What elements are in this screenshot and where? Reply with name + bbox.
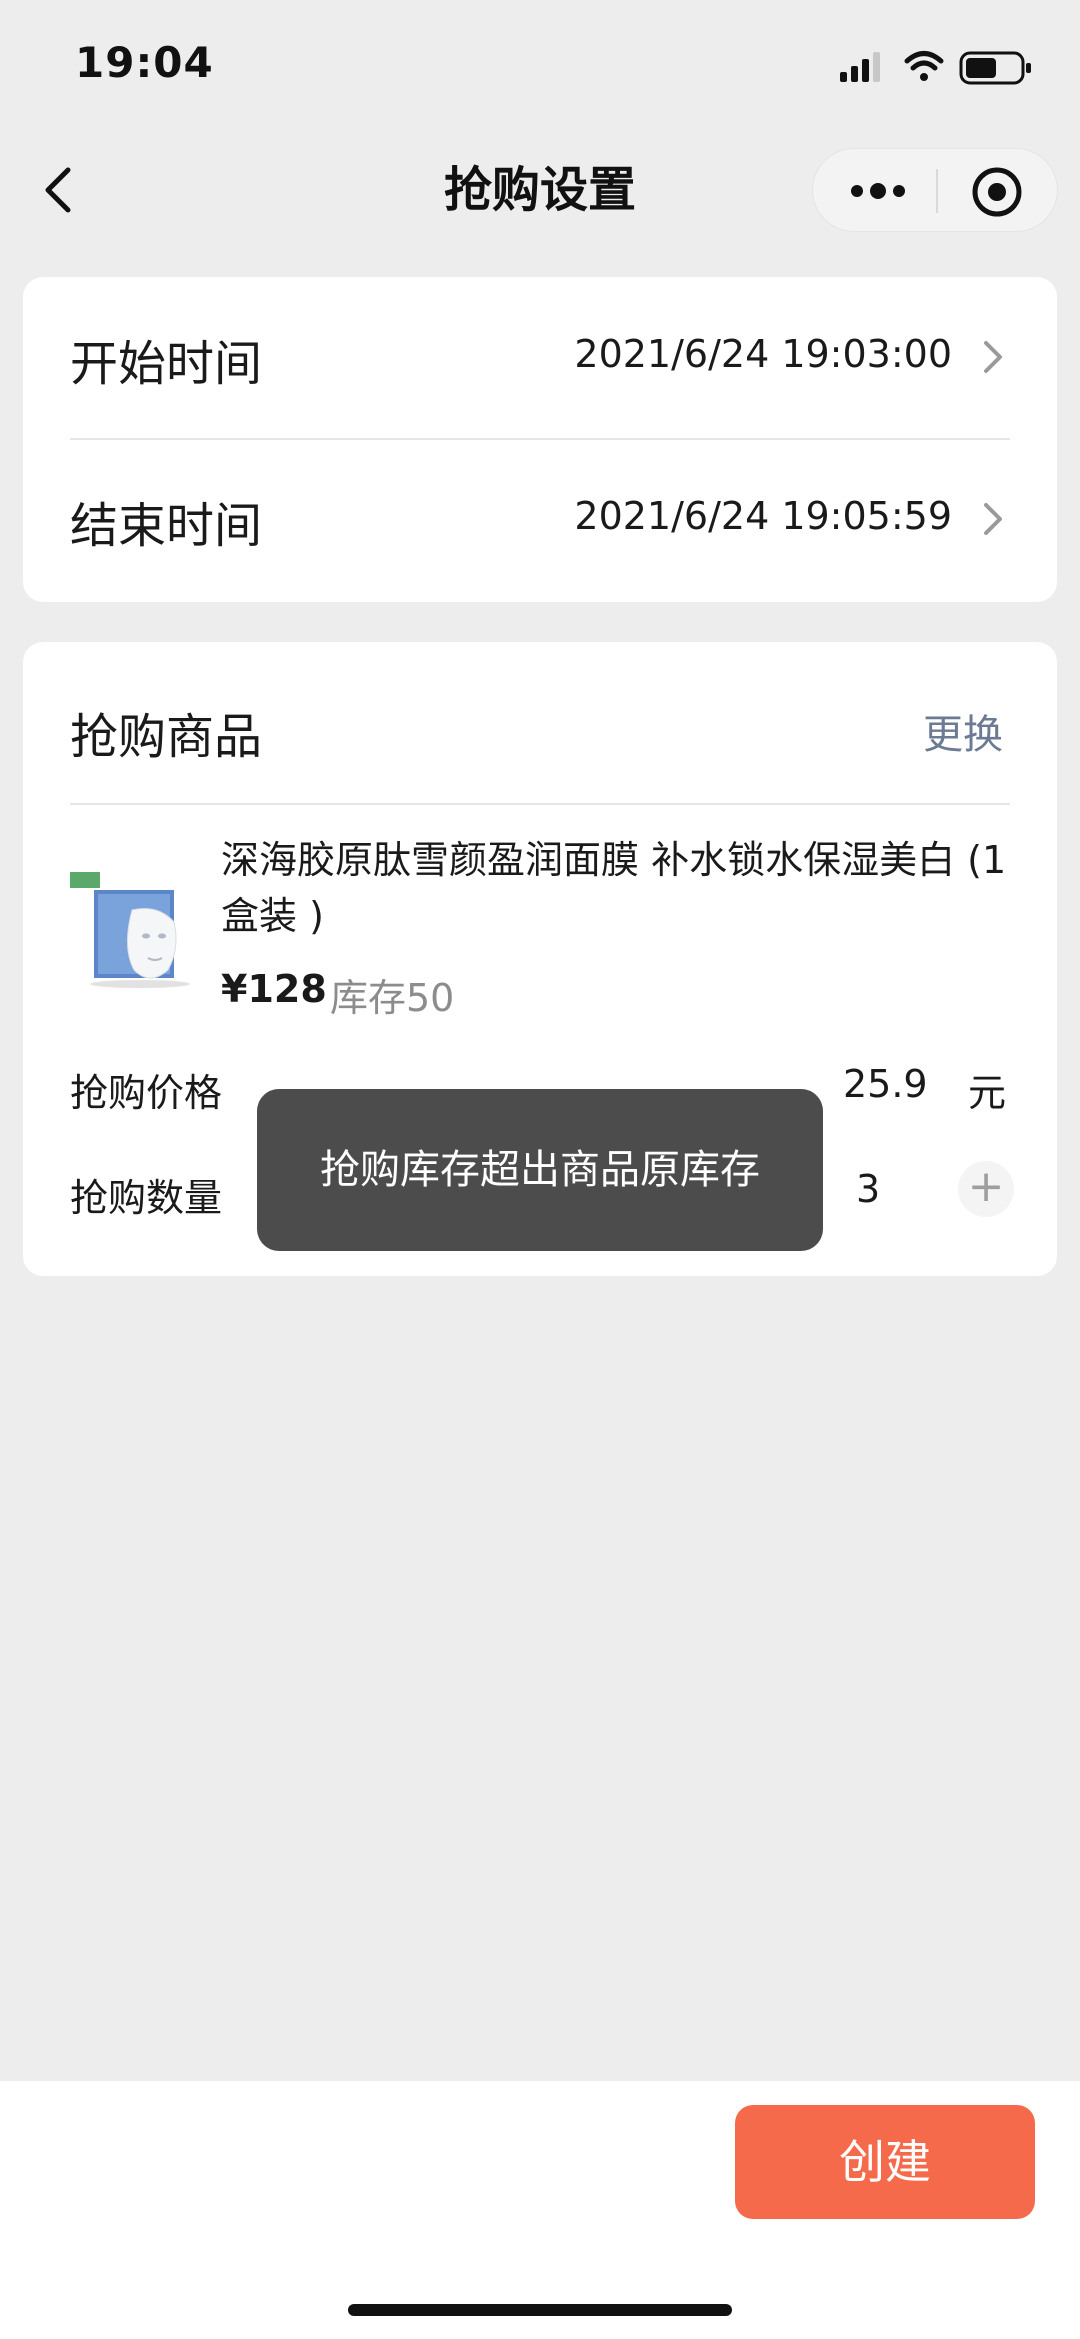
flash-price-unit: 元	[968, 1071, 1007, 1115]
product-price: ¥128	[221, 967, 327, 1011]
plus-icon: +	[967, 1161, 1005, 1212]
product-stock: 库存50	[330, 976, 455, 1020]
close-miniprogram-button[interactable]	[971, 166, 1023, 218]
increase-qty-button[interactable]: +	[958, 1161, 1014, 1217]
toast-message: 抢购库存超出商品原库存	[320, 1147, 760, 1193]
time-settings-card: 开始时间 2021/6/24 19:03:00 结束时间 2021/6/24 1…	[23, 277, 1057, 602]
section-divider	[70, 803, 1010, 805]
change-goods-link[interactable]: 更换	[923, 702, 1003, 760]
start-time-row[interactable]: 开始时间 2021/6/24 19:03:00	[23, 277, 1057, 439]
miniprogram-capsule	[812, 148, 1058, 232]
battery-icon	[959, 51, 1031, 85]
wifi-icon	[904, 51, 944, 81]
bottom-action-bar: 创建	[0, 2081, 1080, 2339]
end-time-value: 2021/6/24 19:05:59	[574, 494, 952, 538]
capsule-divider	[936, 169, 938, 213]
flash-qty-value[interactable]: 3	[856, 1167, 880, 1211]
start-time-label: 开始时间	[70, 336, 263, 392]
end-time-row[interactable]: 结束时间 2021/6/24 19:05:59	[23, 440, 1057, 602]
more-dots-icon	[851, 183, 905, 199]
status-indicators	[840, 51, 1031, 85]
status-time: 19:04	[75, 38, 214, 87]
end-time-label: 结束时间	[70, 498, 263, 554]
target-circle-icon	[972, 167, 1022, 217]
status-bar: 19:04	[0, 0, 1080, 130]
home-indicator	[348, 2304, 732, 2316]
chevron-right-icon	[984, 341, 1002, 373]
product-thumbnail[interactable]	[70, 852, 210, 992]
flash-price-input[interactable]: 25.9	[843, 1062, 928, 1106]
product-image	[70, 852, 210, 992]
product-name: 深海胶原肽雪颜盈润面膜 补水锁水保湿美白 (1盒装 )	[221, 838, 1007, 938]
start-time-value: 2021/6/24 19:03:00	[574, 332, 952, 376]
create-button[interactable]: 创建	[735, 2105, 1035, 2219]
more-button[interactable]	[843, 171, 913, 211]
flash-price-label: 抢购价格	[70, 1071, 223, 1115]
goods-section-title: 抢购商品	[70, 709, 263, 765]
chevron-right-icon	[984, 503, 1002, 535]
toast: 抢购库存超出商品原库存	[257, 1089, 823, 1251]
flash-qty-label: 抢购数量	[70, 1176, 223, 1220]
signal-icon	[840, 52, 880, 82]
status-icons	[840, 48, 1040, 88]
